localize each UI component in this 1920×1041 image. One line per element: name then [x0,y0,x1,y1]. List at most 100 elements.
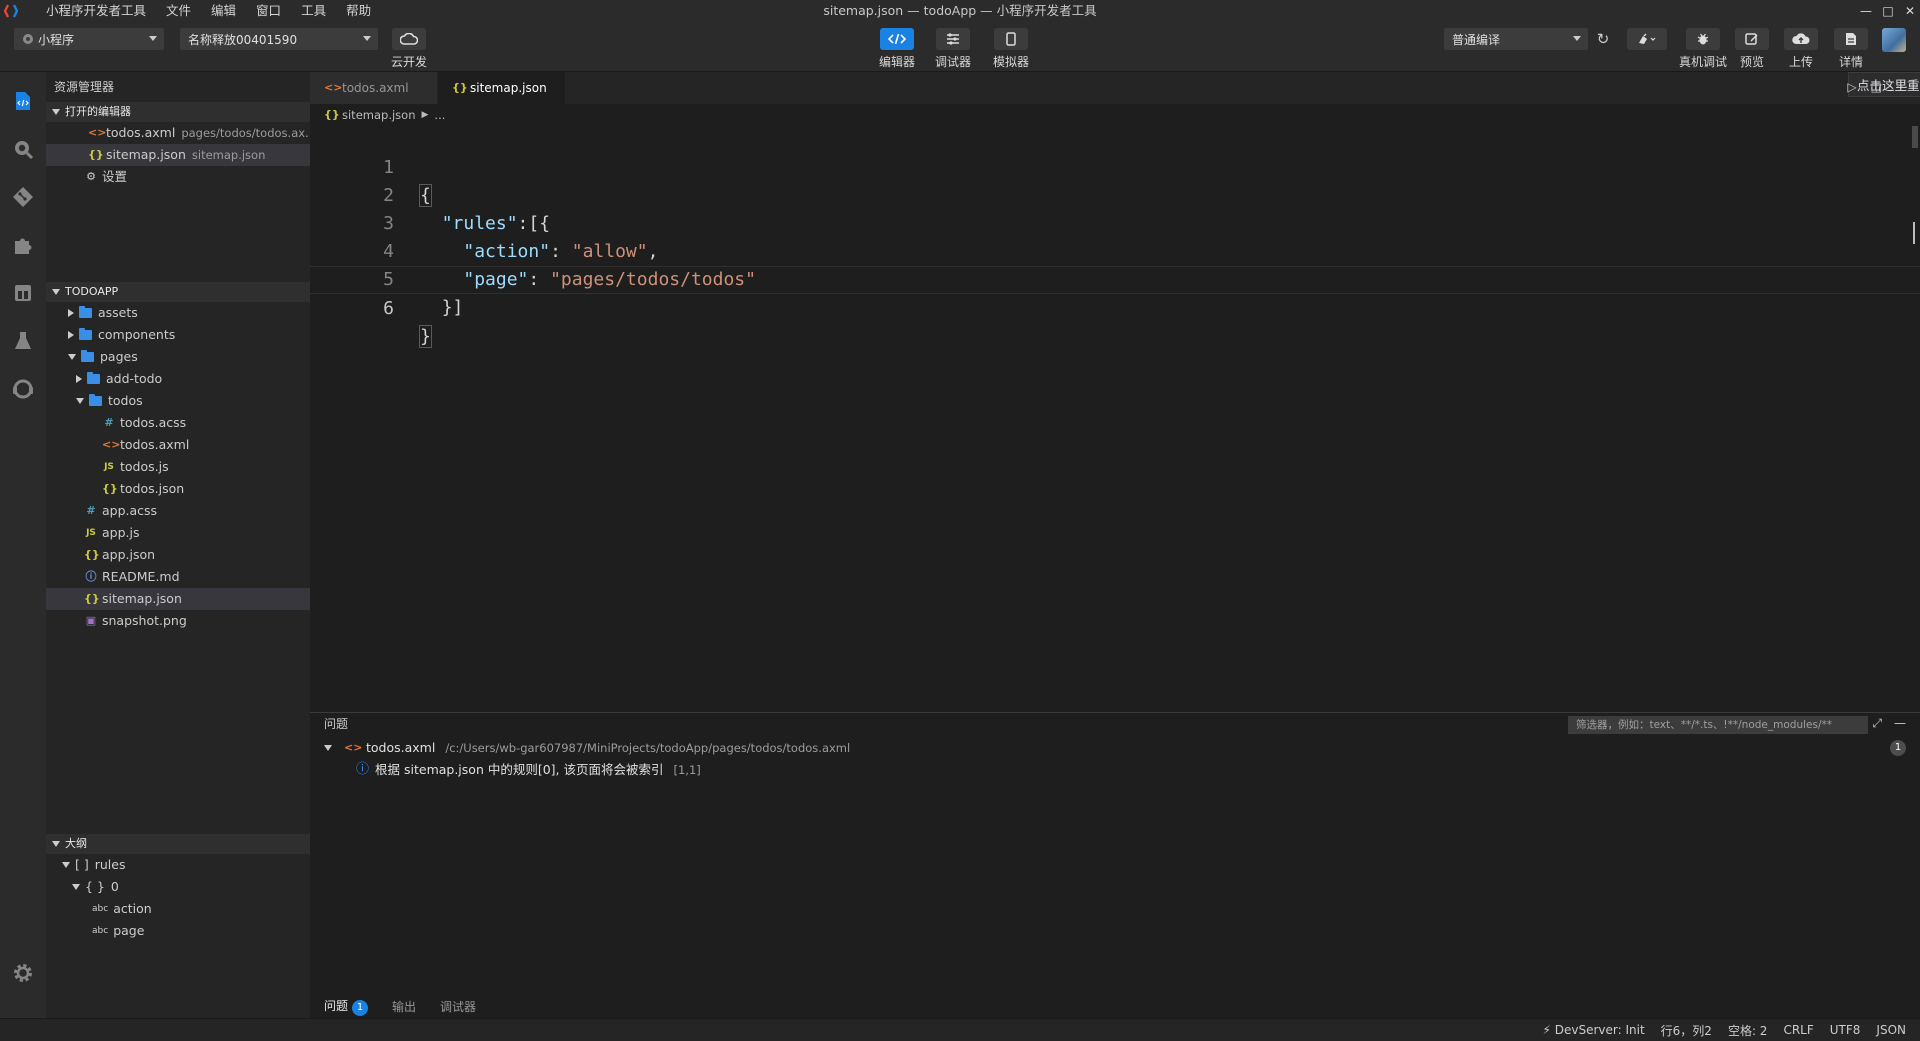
problem-message-row[interactable]: ⓘ 根据 sitemap.json 中的规则[0], 该页面将会被索引 [1,1… [310,759,1920,781]
line-ending[interactable]: CRLF [1783,1023,1813,1037]
code-line: 4 "page": "pages/todos/todos" [310,210,1920,290]
outline-item-action[interactable]: abc action [46,898,310,920]
outline-item-rules[interactable]: [ ] rules [46,854,310,876]
tree-file-todos-acss[interactable]: # todos.acss [46,412,310,434]
extensions-icon[interactable] [10,232,36,258]
details-button[interactable]: 详情 [1826,28,1876,70]
scrollbar-thumb[interactable] [1912,126,1918,148]
code-editor[interactable]: 1 { 2 "rules":[{ 3 "action": "allow", 4 … [310,126,1920,712]
compile-mode-select[interactable]: 普通编译 [1444,28,1588,50]
tree-folder-assets[interactable]: assets [46,302,310,324]
menu-edit[interactable]: 编辑 [201,0,246,22]
search-icon[interactable] [10,136,36,162]
menu-help[interactable]: 帮助 [336,0,381,22]
chevron-right-icon [68,309,74,317]
editor-label: 编辑器 [878,55,915,69]
js-file-icon: JS [104,462,114,472]
breadcrumb-file[interactable]: sitemap.json [342,104,416,126]
cloud-dev-button[interactable]: 云开发 [384,28,434,70]
outline-item-page[interactable]: abc page [46,920,310,942]
problems-filter-input[interactable]: 筛选器，例如：text、**/*.ts、!**/node_modules/** [1568,716,1868,734]
close-icon[interactable]: ✕ [1904,5,1916,17]
cursor-position[interactable]: 行6，列2 [1661,1022,1712,1039]
split-editor-icon[interactable]: ◫ [1871,80,1882,94]
preview-button[interactable]: 预览 [1727,28,1777,70]
menu-app[interactable]: 小程序开发者工具 [36,0,156,22]
code-line: 3 "action": "allow", [310,182,1920,262]
devserver-status[interactable]: ⚡ DevServer: Init [1543,1023,1645,1037]
menu-window[interactable]: 窗口 [246,0,291,22]
folder-icon [87,372,100,384]
upload-button[interactable]: 上传 [1776,28,1826,70]
source-control-icon[interactable] [10,184,36,210]
json-file-icon: {} [102,482,118,495]
tab-output[interactable]: 输出 [392,998,416,1015]
tree-file-todos-axml[interactable]: <> todos.axml [46,434,310,456]
project-select[interactable]: 名称释放00401590 [180,28,378,50]
open-editor-todos-axml[interactable]: <> todos.axml pages/todos/todos.ax... [46,122,316,144]
clear-cache-button[interactable] [1622,28,1672,50]
upload-label: 上传 [1788,55,1813,69]
chevron-down-icon [68,354,76,360]
open-preview-icon[interactable]: ▷ [1847,80,1856,94]
tab-debugger[interactable]: 调试器 [440,998,476,1015]
debugger-toggle-button[interactable]: 调试器 [928,28,978,70]
tree-file-app-json[interactable]: {} app.json [46,544,310,566]
tree-folder-components[interactable]: components [46,324,310,346]
real-device-debug-button[interactable]: 真机调试 [1678,28,1728,70]
maximize-icon[interactable]: □ [1882,5,1894,17]
refresh-icon[interactable]: ↻ [1594,30,1612,48]
encoding[interactable]: UTF8 [1830,1023,1861,1037]
problem-file-row[interactable]: <> todos.axml /c:/Users/wb-gar607987/Min… [310,737,1920,759]
mode-select[interactable]: 小程序 [14,28,164,50]
tree-file-readme[interactable]: ⓘ README.md [46,566,310,588]
js-file-icon: JS [86,528,96,538]
tree-file-app-js[interactable]: JS app.js [46,522,310,544]
menu-tools[interactable]: 工具 [291,0,336,22]
tab-problems[interactable]: 问题 1 [324,997,369,1016]
settings-gear-icon[interactable] [10,960,36,986]
explorer-icon[interactable] [10,88,36,114]
menu-file[interactable]: 文件 [156,0,201,22]
tree-file-snapshot-png[interactable]: ▣ snapshot.png [46,610,310,632]
lightning-icon: ⚡ [1542,1023,1551,1037]
more-actions-icon[interactable]: ⋯ [1896,80,1908,94]
simulator-label: 模拟器 [992,55,1029,69]
tree-folder-todos[interactable]: todos [46,390,310,412]
open-editor-name: todos.axml [106,125,176,140]
layout-icon[interactable] [10,280,36,306]
tree-folder-add-todo[interactable]: add-todo [46,368,310,390]
chevron-down-icon [62,862,70,868]
tree-file-todos-json[interactable]: {} todos.json [46,478,310,500]
outline-item-label: page [113,923,145,938]
tree-file-app-acss[interactable]: # app.acss [46,500,310,522]
bug-icon [1686,28,1720,50]
minimize-icon[interactable]: — [1860,5,1872,17]
open-editors-header[interactable]: 打开的编辑器 [46,102,310,122]
project-header[interactable]: TODOAPP [46,282,310,302]
tree-file-sitemap-json[interactable]: {} sitemap.json [46,588,310,610]
expand-icon[interactable]: ⤢ [1872,716,1882,731]
compile-mode-label: 普通编译 [1452,32,1501,47]
document-icon [1834,28,1868,50]
test-flask-icon[interactable] [10,328,36,354]
tree-folder-pages[interactable]: pages [46,346,310,368]
tab-todos-axml[interactable]: <> todos.axml [310,72,438,104]
minimap-marker [1913,222,1919,244]
open-editor-sitemap-json[interactable]: {} sitemap.json sitemap.json [46,144,310,166]
breadcrumb: {} sitemap.json ▶ ... [310,104,1920,126]
open-editors-label: 打开的编辑器 [65,105,131,118]
indentation[interactable]: 空格: 2 [1728,1022,1768,1039]
tab-sitemap-json[interactable]: {} sitemap.json [438,72,566,104]
avatar[interactable] [1882,28,1906,52]
outline-header[interactable]: 大纲 [46,834,310,854]
tree-file-todos-js[interactable]: JS todos.js [46,456,310,478]
language-mode[interactable]: JSON [1876,1023,1906,1037]
open-editor-settings[interactable]: ⚙ 设置 [46,166,310,188]
outline-item-0[interactable]: { } 0 [46,876,310,898]
remote-icon[interactable] [10,376,36,402]
minimize-panel-icon[interactable]: — [1894,716,1906,731]
simulator-toggle-button[interactable]: 模拟器 [986,28,1036,70]
editor-toggle-button[interactable]: 编辑器 [872,28,922,70]
breadcrumb-symbol[interactable]: ... [434,104,445,126]
